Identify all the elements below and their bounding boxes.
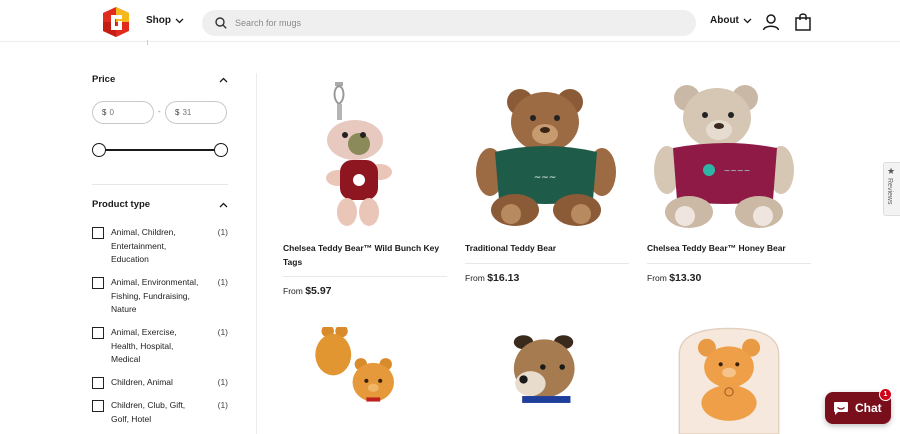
product-type-count: (1) bbox=[217, 377, 228, 387]
search-icon[interactable] bbox=[215, 17, 227, 29]
slider-min-handle[interactable] bbox=[92, 143, 106, 157]
divider bbox=[256, 73, 257, 434]
star-icon: ★ bbox=[887, 166, 896, 176]
currency-symbol: $ bbox=[102, 108, 107, 117]
product-type-filter-toggle[interactable]: Product type bbox=[92, 199, 228, 210]
product-type-label: Animal, Exercise, Health, Hospital, Medi… bbox=[111, 327, 177, 364]
account-icon[interactable] bbox=[762, 13, 780, 31]
product-type-label: Children, Animal bbox=[111, 377, 173, 387]
checkbox[interactable] bbox=[92, 227, 104, 239]
brand-logo[interactable] bbox=[103, 7, 129, 37]
shop-menu[interactable]: Shop bbox=[146, 15, 184, 26]
shop-menu-label: Shop bbox=[146, 15, 171, 26]
price-filter-title: Price bbox=[92, 74, 116, 85]
chevron-down-icon bbox=[743, 18, 752, 23]
divider bbox=[92, 184, 228, 185]
divider bbox=[283, 276, 447, 277]
divider bbox=[647, 262, 811, 264]
about-menu[interactable]: About bbox=[710, 15, 752, 26]
product-image[interactable] bbox=[283, 324, 447, 434]
product-card[interactable] bbox=[283, 324, 447, 434]
currency-symbol: $ bbox=[175, 108, 180, 117]
product-price: From $5.97 bbox=[283, 285, 447, 297]
product-card[interactable]: Chelsea Teddy Bear™ Wild Bunch Key Tags … bbox=[283, 82, 447, 297]
product-type-option[interactable]: Animal, Environmental, Fishing, Fundrais… bbox=[92, 276, 228, 317]
product-card[interactable]: ~~~ Traditional Teddy Bear From $16.13 bbox=[465, 82, 629, 284]
product-card[interactable]: ~~~~ Chelsea Teddy Bear™ Honey Bear From… bbox=[647, 82, 811, 284]
checkbox[interactable] bbox=[92, 327, 104, 339]
product-card[interactable] bbox=[465, 327, 629, 434]
product-price: From $16.13 bbox=[465, 272, 629, 284]
checkbox[interactable] bbox=[92, 277, 104, 289]
slider-track bbox=[99, 149, 221, 151]
price-filter-toggle[interactable]: Price bbox=[92, 74, 228, 85]
product-image[interactable] bbox=[647, 327, 811, 434]
chevron-up-icon bbox=[219, 202, 228, 207]
product-type-option[interactable]: Animal, Children, Entertainment, Educati… bbox=[92, 226, 228, 267]
product-name[interactable]: Chelsea Teddy Bear™ Wild Bunch Key Tags bbox=[283, 242, 447, 269]
search-input[interactable] bbox=[235, 18, 655, 28]
price-value: $5.97 bbox=[305, 285, 332, 297]
product-type-label: Children, Club, Gift, Golf, Hotel bbox=[111, 400, 186, 424]
slider-max-handle[interactable] bbox=[214, 143, 228, 157]
svg-text:~~~: ~~~ bbox=[534, 173, 557, 183]
svg-text:~~~~: ~~~~ bbox=[724, 166, 751, 175]
chevron-down-icon bbox=[175, 18, 184, 23]
chat-label: Chat bbox=[855, 401, 882, 415]
product-card[interactable] bbox=[647, 327, 811, 434]
product-price: From $13.30 bbox=[647, 272, 811, 284]
product-image[interactable] bbox=[465, 327, 629, 434]
product-type-option[interactable]: Children, Animal (1) bbox=[92, 376, 228, 390]
price-min-field[interactable]: $ bbox=[92, 101, 154, 124]
product-type-count: (1) bbox=[217, 327, 228, 337]
checkbox[interactable] bbox=[92, 377, 104, 389]
cart-bag-icon[interactable] bbox=[795, 12, 811, 31]
price-max-input[interactable] bbox=[182, 108, 219, 117]
notification-badge: 1 bbox=[879, 388, 892, 401]
chevron-up-icon bbox=[219, 77, 228, 82]
price-min-input[interactable] bbox=[109, 108, 146, 117]
price-range-inputs: $ - $ bbox=[92, 101, 228, 124]
checkbox[interactable] bbox=[92, 400, 104, 412]
price-range-slider[interactable] bbox=[92, 142, 228, 158]
search-bar[interactable] bbox=[202, 10, 696, 36]
product-type-count: (1) bbox=[217, 277, 228, 287]
product-type-label: Animal, Children, Entertainment, Educati… bbox=[111, 227, 176, 264]
product-type-count: (1) bbox=[217, 400, 228, 410]
product-name[interactable]: Chelsea Teddy Bear™ Honey Bear bbox=[647, 242, 811, 256]
price-prefix: From bbox=[283, 286, 303, 296]
reviews-tab-label: Reviews bbox=[886, 178, 893, 205]
breadcrumb-divider bbox=[147, 40, 148, 45]
product-image[interactable] bbox=[283, 82, 447, 237]
product-type-option[interactable]: Children, Club, Gift, Golf, Hotel (1) bbox=[92, 399, 228, 426]
product-name[interactable]: Traditional Teddy Bear bbox=[465, 242, 629, 256]
site-header: Shop About bbox=[0, 0, 900, 42]
product-type-option[interactable]: Animal, Exercise, Health, Hospital, Medi… bbox=[92, 326, 228, 367]
price-value: $13.30 bbox=[669, 271, 702, 284]
product-type-count: (1) bbox=[217, 227, 228, 237]
price-value: $16.13 bbox=[487, 271, 520, 284]
product-image[interactable]: ~~~ bbox=[465, 82, 629, 237]
product-type-filter-title: Product type bbox=[92, 199, 151, 210]
price-range-dash: - bbox=[158, 107, 161, 116]
reviews-tab[interactable]: ★ Reviews bbox=[883, 162, 900, 216]
divider bbox=[465, 262, 629, 264]
price-prefix: From bbox=[465, 272, 485, 283]
product-image[interactable]: ~~~~ bbox=[647, 82, 811, 237]
chat-bubble-icon bbox=[834, 401, 848, 415]
price-prefix: From bbox=[647, 272, 667, 283]
about-menu-label: About bbox=[710, 15, 739, 26]
price-max-field[interactable]: $ bbox=[165, 101, 227, 124]
product-type-label: Animal, Environmental, Fishing, Fundrais… bbox=[111, 277, 199, 314]
